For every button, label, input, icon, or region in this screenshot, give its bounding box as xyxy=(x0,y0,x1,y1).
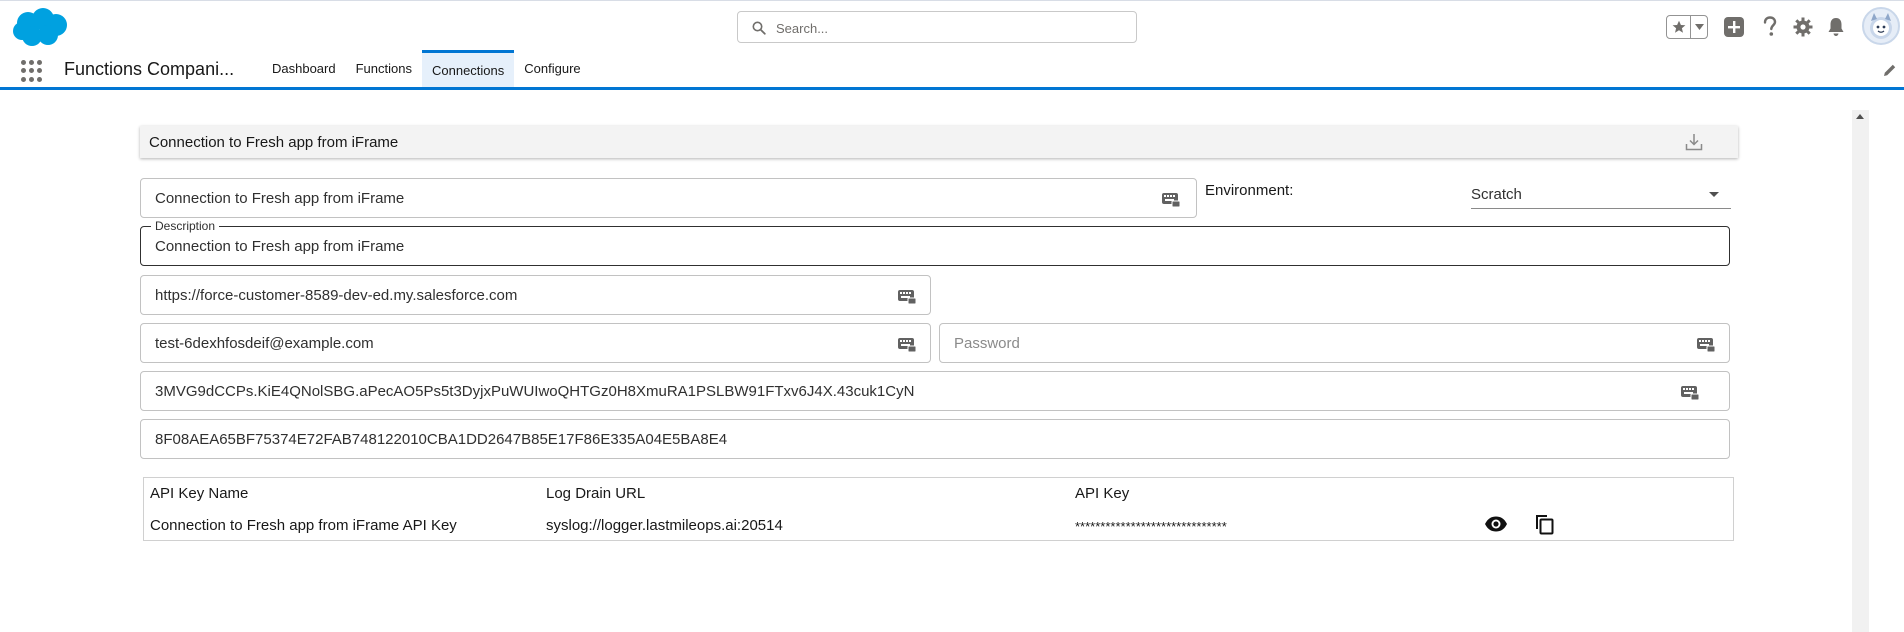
global-actions-button[interactable] xyxy=(1721,14,1747,40)
favorites-button[interactable] xyxy=(1667,16,1691,38)
description-label: Description xyxy=(151,219,220,233)
tab-dashboard[interactable]: Dashboard xyxy=(262,50,346,87)
astro-avatar-icon xyxy=(1870,13,1892,39)
scroll-up-arrow[interactable] xyxy=(1856,114,1864,119)
context-bar: Functions Compani... Dashboard Functions… xyxy=(0,50,1904,90)
username-value: test-6dexhfosdeif@example.com xyxy=(155,335,374,352)
search-input[interactable] xyxy=(776,18,1116,38)
password-field[interactable]: Password xyxy=(939,323,1730,363)
vertical-scrollbar[interactable] xyxy=(1852,110,1869,632)
chevron-down-icon xyxy=(1694,24,1704,30)
download-icon[interactable] xyxy=(1684,132,1704,152)
connection-name-value: Connection to Fresh app from iFrame xyxy=(155,190,405,207)
favorites-menu-button[interactable] xyxy=(1691,16,1707,38)
pencil-icon[interactable] xyxy=(1883,63,1897,77)
tab-connections[interactable]: Connections xyxy=(421,50,515,87)
tab-configure[interactable]: Configure xyxy=(514,50,590,87)
description-value: Connection to Fresh app from iFrame xyxy=(155,238,405,255)
connection-card-header: Connection to Fresh app from iFrame xyxy=(140,126,1738,158)
bell-icon xyxy=(1828,18,1844,36)
add-icon xyxy=(1724,17,1744,37)
consumer-key-value: 3MVG9dCCPs.KiE4QNolSBG.aPecAO5Ps5t3DyjxP… xyxy=(155,383,915,400)
consumer-secret-field[interactable]: 8F08AEA65BF75374E72FAB748122010CBA1DD264… xyxy=(140,419,1730,459)
app-name: Functions Compani... xyxy=(64,59,235,79)
connection-name-field[interactable]: Connection to Fresh app from iFrame xyxy=(140,178,1197,218)
connection-title: Connection to Fresh app from iFrame xyxy=(149,134,399,151)
username-field[interactable]: test-6dexhfosdeif@example.com xyxy=(140,323,931,363)
environment-label: Environment: xyxy=(1205,182,1294,199)
search-icon xyxy=(752,21,766,35)
keyboard-icon[interactable] xyxy=(1696,334,1716,354)
environment-select[interactable]: Scratch xyxy=(1471,181,1731,209)
global-header xyxy=(0,0,1904,50)
nav-tabs: Dashboard Functions Connections Configur… xyxy=(262,50,591,87)
description-field[interactable]: Description Connection to Fresh app from… xyxy=(140,219,1730,266)
column-header-log-drain-url: Log Drain URL xyxy=(546,485,646,502)
consumer-secret-value: 8F08AEA65BF75374E72FAB748122010CBA1DD264… xyxy=(155,431,728,448)
keyboard-icon[interactable] xyxy=(897,286,917,306)
instance-url-value: https://force-customer-8589-dev-ed.my.sa… xyxy=(155,287,518,304)
keyboard-icon[interactable] xyxy=(897,334,917,354)
help-icon xyxy=(1763,16,1777,36)
consumer-key-field[interactable]: 3MVG9dCCPs.KiE4QNolSBG.aPecAO5Ps5t3DyjxP… xyxy=(140,371,1730,411)
chevron-down-icon xyxy=(1709,192,1719,197)
keyboard-icon[interactable] xyxy=(1680,382,1700,402)
global-search[interactable] xyxy=(737,11,1137,43)
tab-functions[interactable]: Functions xyxy=(346,50,422,87)
api-key-masked: ****************************** xyxy=(1075,519,1227,534)
setup-button[interactable] xyxy=(1790,14,1816,40)
star-icon xyxy=(1672,20,1685,33)
keyboard-icon[interactable] xyxy=(1161,189,1181,209)
gear-icon xyxy=(1793,17,1813,37)
salesforce-logo[interactable] xyxy=(10,7,70,49)
password-placeholder: Password xyxy=(954,335,1020,352)
eye-icon[interactable] xyxy=(1484,512,1508,536)
column-header-api-key: API Key xyxy=(1075,485,1130,502)
favorites-group xyxy=(1666,15,1708,39)
notifications-button[interactable] xyxy=(1823,14,1849,40)
copy-icon[interactable] xyxy=(1532,512,1556,536)
log-drain-url: syslog://logger.lastmileops.ai:20514 xyxy=(546,517,783,534)
column-header-api-key-name: API Key Name xyxy=(150,485,249,502)
instance-url-field[interactable]: https://force-customer-8589-dev-ed.my.sa… xyxy=(140,275,931,315)
avatar[interactable] xyxy=(1862,7,1900,45)
api-key-name: Connection to Fresh app from iFrame API … xyxy=(150,517,457,534)
app-launcher-icon[interactable] xyxy=(21,60,43,82)
api-key-table: API Key Name Log Drain URL API Key Conne… xyxy=(143,477,1734,541)
help-button[interactable] xyxy=(1757,14,1783,40)
environment-value: Scratch xyxy=(1471,186,1522,203)
